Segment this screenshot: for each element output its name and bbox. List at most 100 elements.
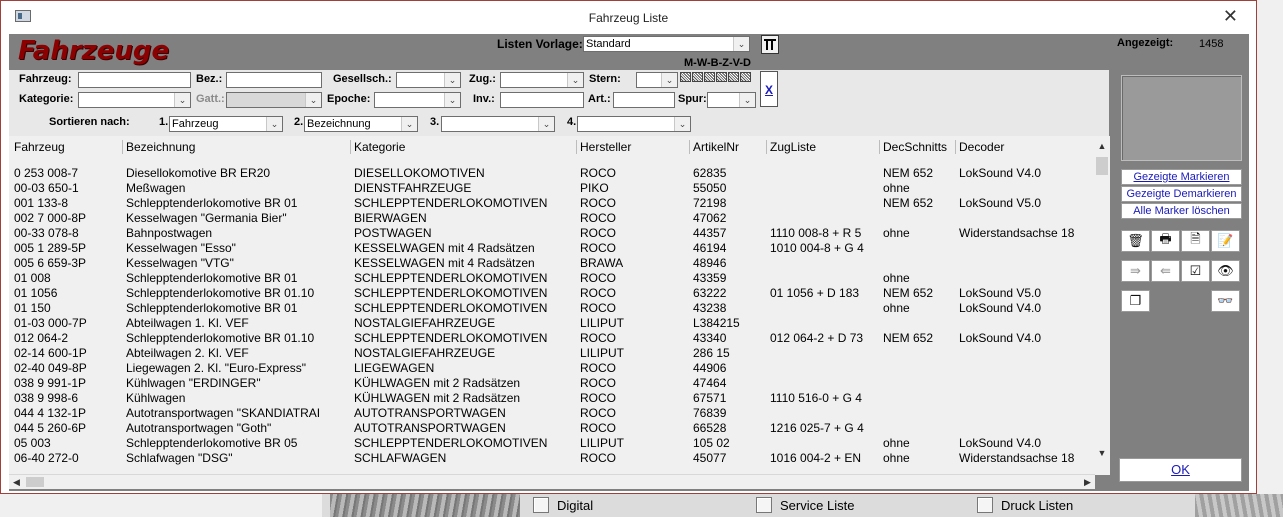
b-checkbox[interactable] bbox=[704, 72, 715, 82]
v-checkbox[interactable] bbox=[728, 72, 739, 82]
trash-icon[interactable]: 🗑 bbox=[1121, 230, 1150, 252]
chevron-down-icon[interactable]: ⌄ bbox=[174, 93, 190, 107]
chevron-down-icon[interactable]: ⌄ bbox=[266, 117, 282, 131]
digital-checkbox[interactable]: Digital bbox=[533, 497, 593, 513]
chevron-down-icon[interactable]: ⌄ bbox=[674, 117, 690, 131]
clear-markers-button[interactable]: Alle Marker löschen bbox=[1121, 203, 1242, 219]
column-divider[interactable] bbox=[350, 140, 351, 154]
table-row[interactable]: 044 5 260-6P Autotransportwagen "Goth" AUT… bbox=[9, 421, 1097, 436]
table-row[interactable]: 01 150 Schlepptenderlokomotive BR 01 SCHLE… bbox=[9, 301, 1097, 316]
table-row[interactable]: 005 6 659-3P Kesselwagen "VTG" KESSELWAGEN… bbox=[9, 256, 1097, 271]
table-row[interactable]: 044 4 132-1P Autotransportwagen "SKANDIAT… bbox=[9, 406, 1097, 421]
table-row[interactable]: 00-03 650-1 Meßwagen DIENSTFAHRZEUGE PIKO 55… bbox=[9, 181, 1097, 196]
column-header[interactable]: ZugListe bbox=[770, 140, 816, 154]
column-header[interactable]: Bezeichnung bbox=[126, 140, 195, 154]
column-divider[interactable] bbox=[955, 140, 956, 154]
checkbox-box[interactable] bbox=[977, 497, 993, 513]
art-input[interactable] bbox=[613, 92, 675, 108]
table-cell: Kesselwagen "Germania Bier" bbox=[126, 211, 287, 225]
sort-1-select[interactable]: Fahrzeug ⌄ bbox=[169, 116, 283, 132]
zug-select[interactable]: ⌄ bbox=[500, 72, 584, 88]
table-row[interactable]: 012 064-2 Schlepptenderlokomotive BR 01.1… bbox=[9, 331, 1097, 346]
chevron-down-icon[interactable]: ⌄ bbox=[567, 73, 583, 87]
scroll-thumb[interactable] bbox=[26, 477, 44, 487]
listen-vorlage-select[interactable]: Standard ⌄ bbox=[583, 36, 750, 52]
binoculars-icon[interactable]: 👁 bbox=[1211, 260, 1240, 282]
chevron-down-icon[interactable]: ⌄ bbox=[661, 73, 677, 87]
column-divider[interactable] bbox=[766, 140, 767, 154]
chevron-down-icon[interactable]: ⌄ bbox=[733, 37, 749, 51]
close-icon[interactable]: ✕ bbox=[1223, 6, 1238, 27]
kategorie-select[interactable]: ⌄ bbox=[78, 92, 191, 108]
checkbox-icon[interactable]: ☑ bbox=[1181, 260, 1210, 282]
chevron-down-icon[interactable]: ⌄ bbox=[401, 117, 417, 131]
table-row[interactable]: 01 1056 Schlepptenderlokomotive BR 01.10 S… bbox=[9, 286, 1097, 301]
scroll-up-icon[interactable]: ▲ bbox=[1095, 139, 1109, 153]
table-row[interactable]: 038 9 991-1P Kühlwagen "ERDINGER" KÜHLWAGE… bbox=[9, 376, 1097, 391]
chevron-down-icon[interactable]: ⌄ bbox=[444, 73, 460, 87]
d-checkbox[interactable] bbox=[740, 72, 751, 82]
m-checkbox[interactable] bbox=[680, 72, 691, 82]
sort-2-select[interactable]: Bezeichnung ⌄ bbox=[304, 116, 418, 132]
table-row[interactable]: 01-03 000-7P Abteilwagen 1. Kl. VEF NOSTAL… bbox=[9, 316, 1097, 331]
unmark-shown-button[interactable]: Gezeigte Demarkieren bbox=[1121, 186, 1242, 202]
sort-3-select[interactable]: ⌄ bbox=[441, 116, 555, 132]
druck-listen-checkbox[interactable]: Druck Listen bbox=[977, 497, 1073, 513]
column-header[interactable]: Kategorie bbox=[354, 140, 405, 154]
service-liste-checkbox[interactable]: Service Liste bbox=[756, 497, 854, 513]
scroll-left-icon[interactable]: ◀ bbox=[9, 475, 24, 489]
vertical-scrollbar[interactable]: ▲ ▼ bbox=[1095, 139, 1109, 460]
table-row[interactable]: 038 9 998-6 Kühlwagen KÜHLWAGEN mit 2 Rads… bbox=[9, 391, 1097, 406]
chevron-down-icon[interactable]: ⌄ bbox=[538, 117, 554, 131]
checkbox-box[interactable] bbox=[756, 497, 772, 513]
table-row[interactable]: 0 253 008-7 Diesellokomotive BR ER20 DIESE… bbox=[9, 166, 1097, 181]
w-checkbox[interactable] bbox=[692, 72, 703, 82]
new-document-icon[interactable]: 🗎 bbox=[1181, 230, 1210, 252]
table-row[interactable]: 06-40 272-0 Schlafwagen "DSG" SCHLAFWAGEN R… bbox=[9, 451, 1097, 466]
checkbox-box[interactable] bbox=[533, 497, 549, 513]
bez-input[interactable] bbox=[226, 72, 322, 88]
column-header[interactable]: Decoder bbox=[959, 140, 1004, 154]
column-header[interactable]: Fahrzeug bbox=[14, 140, 65, 154]
fahrzeug-input[interactable] bbox=[78, 72, 191, 88]
table-row[interactable]: 001 133-8 Schlepptenderlokomotive BR 01 SC… bbox=[9, 196, 1097, 211]
table-row[interactable]: 02-40 049-8P Liegewagen 2. Kl. "Euro-Expr… bbox=[9, 361, 1097, 376]
mark-shown-button[interactable]: Gezeigte Markieren bbox=[1121, 169, 1242, 185]
column-header[interactable]: DecSchnitts bbox=[883, 140, 947, 154]
column-header[interactable]: ArtikelNr bbox=[693, 140, 739, 154]
edit-document-icon[interactable]: 📝 bbox=[1211, 230, 1240, 252]
column-divider[interactable] bbox=[879, 140, 880, 154]
table-row[interactable]: 005 1 289-5P Kesselwagen "Esso" KESSELWAGE… bbox=[9, 241, 1097, 256]
column-divider[interactable] bbox=[689, 140, 690, 154]
chevron-down-icon[interactable]: ⌄ bbox=[444, 93, 460, 107]
table-cell: ROCO bbox=[580, 406, 616, 420]
chevron-down-icon[interactable]: ⌄ bbox=[739, 93, 755, 107]
gesellsch-select[interactable]: ⌄ bbox=[396, 72, 461, 88]
scroll-down-icon[interactable]: ▼ bbox=[1095, 446, 1109, 460]
column-divider[interactable] bbox=[122, 140, 123, 154]
clear-filter-button[interactable]: X bbox=[760, 71, 778, 107]
spur-select[interactable]: ⌄ bbox=[707, 92, 756, 108]
table-cell: NEM 652 bbox=[883, 331, 934, 345]
z-checkbox[interactable] bbox=[716, 72, 727, 82]
table-row[interactable]: 05 003 Schlepptenderlokomotive BR 05 SCHLE… bbox=[9, 436, 1097, 451]
column-header[interactable]: Hersteller bbox=[580, 140, 631, 154]
scroll-right-icon[interactable]: ▶ bbox=[1080, 475, 1095, 489]
printer-icon[interactable]: 🖶 bbox=[1151, 230, 1180, 252]
inv-input[interactable] bbox=[500, 92, 584, 108]
table-row[interactable]: 01 008 Schlepptenderlokomotive BR 01 SCHLE… bbox=[9, 271, 1097, 286]
scroll-thumb[interactable] bbox=[1096, 157, 1108, 175]
copy-icon[interactable]: ❐ bbox=[1121, 290, 1150, 312]
column-divider[interactable] bbox=[576, 140, 577, 154]
table-cell: KESSELWAGEN mit 4 Radsätzen bbox=[354, 241, 535, 255]
glasses-icon[interactable]: 👓 bbox=[1211, 290, 1240, 312]
stern-select[interactable]: ⌄ bbox=[636, 72, 678, 88]
horizontal-scrollbar[interactable]: ◀ ▶ bbox=[9, 474, 1095, 489]
table-row[interactable]: 002 7 000-8P Kesselwagen "Germania Bier" B… bbox=[9, 211, 1097, 226]
sort-4-select[interactable]: ⌄ bbox=[577, 116, 691, 132]
epoche-select[interactable]: ⌄ bbox=[374, 92, 461, 108]
table-row[interactable]: 02-14 600-1P Abteilwagen 2. Kl. VEF NOSTAL… bbox=[9, 346, 1097, 361]
table-layout-icon[interactable] bbox=[761, 35, 779, 54]
table-row[interactable]: 00-33 078-8 Bahnpostwagen POSTWAGEN ROCO 443… bbox=[9, 226, 1097, 241]
ok-button[interactable]: OK bbox=[1119, 458, 1242, 482]
